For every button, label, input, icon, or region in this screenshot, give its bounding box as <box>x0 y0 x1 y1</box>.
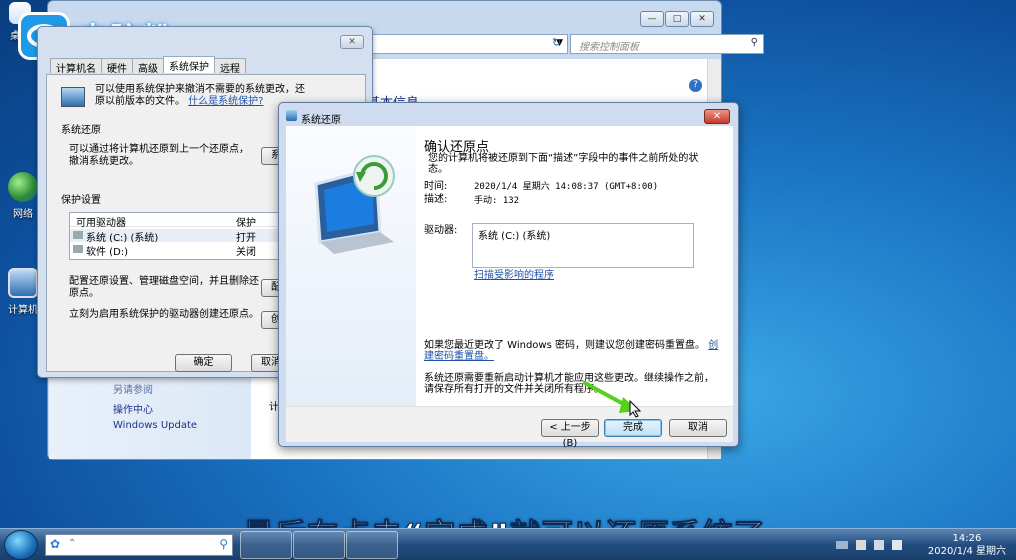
restore-illustration <box>286 126 416 406</box>
taskbar-app-restore[interactable] <box>346 531 398 559</box>
tab-advanced[interactable]: 高级 <box>132 58 164 75</box>
tab-system-protection[interactable]: 系统保护 <box>163 56 215 73</box>
computer-icon <box>8 268 38 298</box>
taskbar-app-system[interactable] <box>293 531 345 559</box>
back-button[interactable]: < 上一步(B) <box>541 419 599 449</box>
finish-button[interactable]: 完成 <box>604 419 662 437</box>
restore-content: 确认还原点 您的计算机将被还原到下面“描述”字段中的事件之前所处的状态。 时间:… <box>416 126 733 406</box>
desc-value: 手动: 132 <box>474 196 520 206</box>
paw-icon: ✿ <box>50 537 61 551</box>
start-button[interactable] <box>4 530 38 560</box>
keyboard-icon[interactable] <box>836 541 848 549</box>
flag-icon[interactable] <box>856 540 866 550</box>
volume-icon[interactable] <box>892 540 902 550</box>
restore-computer-icon <box>314 155 395 254</box>
taskbar-app-explorer[interactable] <box>240 531 292 559</box>
search-placeholder: 搜索控制面板 <box>579 42 639 53</box>
create-text: 立刻为启用系统保护的驱动器创建还原点。 <box>69 309 259 320</box>
network-icon[interactable] <box>874 540 884 550</box>
dialog-footer: < 上一步(B) 完成 取消 <box>286 406 733 449</box>
close-button[interactable]: ✕ <box>704 109 730 124</box>
system-tray: 14:26 2020/1/4 星期六 <box>816 529 1016 560</box>
link-action-center[interactable]: 操作中心 <box>113 401 153 416</box>
restore-group-title: 系统还原 <box>61 125 101 136</box>
cancel-button[interactable]: 取消 <box>669 419 727 437</box>
mouse-cursor-icon <box>629 400 641 418</box>
protect-group-title: 保护设置 <box>61 195 101 206</box>
search-input[interactable]: 搜索控制面板 ⚲ <box>570 34 764 54</box>
desktop-icon-label: 网络 <box>13 209 33 220</box>
restore-title-icon <box>286 110 297 121</box>
help-icon[interactable]: ? <box>689 79 702 92</box>
dialog-title: 系统还原 <box>301 115 341 126</box>
drive-table: 可用驱动器 保护 系统 (C:) (系统) 打开 软件 (D:) 关闭 <box>69 212 324 260</box>
desktop-icon-label: 计算机 <box>8 305 38 316</box>
chevron-up-icon[interactable]: ⌃ <box>68 538 76 549</box>
tab-remote[interactable]: 远程 <box>214 58 246 75</box>
restore-text: 可以通过将计算机还原到上一个还原点，撤消系统更改。 <box>69 144 249 167</box>
taskbar-clock[interactable]: 14:26 2020/1/4 星期六 <box>928 532 1006 558</box>
system-restore-dialog: 系统还原 ✕ 确认还原点 您的计算机将被还原到下面“描述”字段中的事件之前所处的… <box>278 102 739 449</box>
time-value: 2020/1/4 星期六 14:08:37 (GMT+8:00) <box>474 182 659 192</box>
tab-computer-name[interactable]: 计算机名 <box>50 58 102 75</box>
taskbar-search-input[interactable]: ✿ ⌃ ⚲ <box>45 534 233 556</box>
drives-list[interactable]: 系统 (C:) (系统) <box>472 223 694 268</box>
link-windows-update[interactable]: Windows Update <box>113 420 197 431</box>
taskbar: ✿ ⌃ ⚲ 14:26 2020/1/4 星期六 <box>0 528 1016 560</box>
close-button[interactable]: ✕ <box>690 11 714 27</box>
shield-computer-icon <box>61 87 85 107</box>
search-icon[interactable]: ⚲ <box>751 37 758 48</box>
scan-affected-programs-link[interactable]: 扫描受影响的程序 <box>474 270 554 281</box>
restart-note: 系统还原需要重新启动计算机才能应用这些更改。继续操作之前，请保存所有打开的文件并… <box>424 373 714 395</box>
time-label: 时间: <box>424 181 448 192</box>
drives-label: 驱动器: <box>424 225 458 236</box>
description-text: 您的计算机将被还原到下面“描述”字段中的事件之前所处的状态。 <box>428 153 699 175</box>
refresh-icon[interactable]: ↻ <box>552 36 561 49</box>
maximize-button[interactable]: □ <box>665 11 689 27</box>
desc-label: 描述: <box>424 194 448 205</box>
close-button[interactable]: ✕ <box>340 35 364 49</box>
list-item: 系统 (C:) (系统) <box>478 231 551 242</box>
drive-d-icon <box>73 245 83 253</box>
config-text: 配置还原设置、管理磁盘空间，并且删除还原点。 <box>69 276 259 299</box>
tab-hardware[interactable]: 硬件 <box>101 58 133 75</box>
see-also-label: 另请参阅 <box>113 385 153 396</box>
search-icon[interactable]: ⚲ <box>219 537 228 551</box>
tab-bar: 计算机名 硬件 高级 系统保护 远程 <box>50 56 246 75</box>
what-is-protection-link[interactable]: 什么是系统保护? <box>188 96 263 107</box>
minimize-button[interactable]: — <box>640 11 664 27</box>
drive-c-icon <box>73 231 83 239</box>
globe-icon <box>8 172 38 202</box>
ok-button[interactable]: 确定 <box>175 354 232 372</box>
password-note: 如果您最近更改了 Windows 密码，则建议您创建密码重置盘。 创建密码重置盘… <box>424 340 719 362</box>
